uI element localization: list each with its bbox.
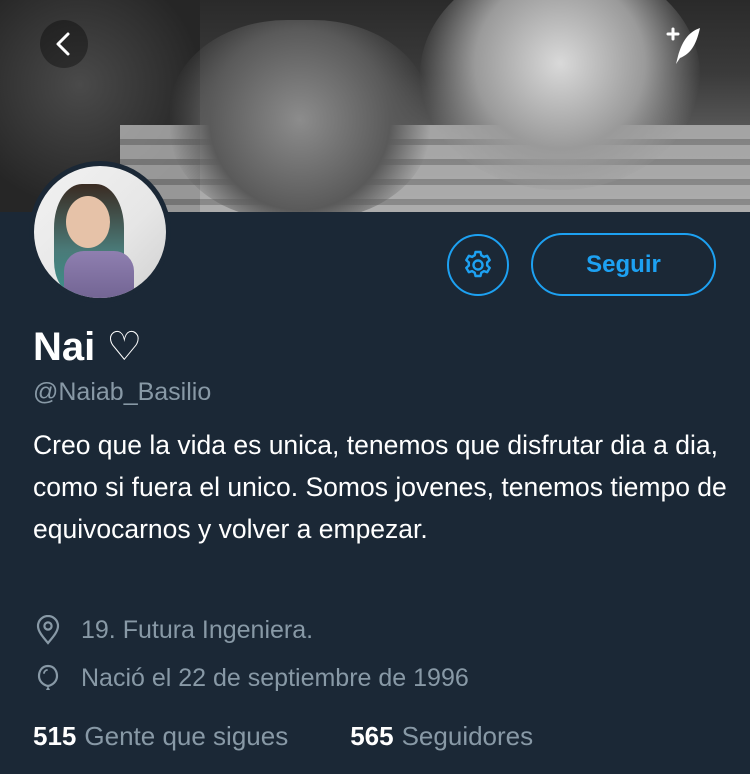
- follow-button-label: Seguir: [586, 250, 661, 278]
- profile-location-row: 19. Futura Ingeniera.: [33, 612, 313, 648]
- heart-symbol: ♡: [106, 325, 143, 369]
- chevron-left-icon: [56, 32, 70, 56]
- profile-name: Nai ♡: [33, 322, 142, 372]
- profile-settings-button[interactable]: [447, 234, 509, 296]
- followers-label: Seguidores: [401, 721, 534, 751]
- profile-name-text: Nai: [33, 325, 96, 369]
- compose-tweet-button[interactable]: [660, 22, 708, 70]
- back-button[interactable]: [40, 20, 88, 68]
- balloon-icon: [33, 663, 63, 693]
- banner-figure-left: [170, 20, 430, 212]
- followers-stat[interactable]: 565 Seguidores: [350, 718, 533, 754]
- compose-tweet-icon: [666, 27, 700, 64]
- profile-handle: @Naiab_Basilio: [33, 378, 212, 406]
- profile-bio: Creo que la vida es unica, tenemos que d…: [33, 430, 727, 544]
- follow-button[interactable]: Seguir: [531, 233, 716, 296]
- following-stat[interactable]: 515 Gente que sigues: [33, 718, 288, 754]
- following-label: Gente que sigues: [84, 721, 289, 751]
- avatar-face: [66, 196, 110, 248]
- profile-location-text: 19. Futura Ingeniera.: [81, 615, 314, 644]
- avatar-photo: [34, 166, 166, 298]
- avatar[interactable]: [29, 161, 171, 303]
- location-pin-icon: [33, 615, 63, 645]
- profile-birthdate-row: Nació el 22 de septiembre de 1996: [33, 660, 469, 696]
- profile-birthdate-text: Nació el 22 de septiembre de 1996: [81, 663, 469, 692]
- followers-count: 565: [350, 721, 394, 751]
- gear-icon: [465, 250, 491, 278]
- avatar-shirt: [64, 251, 134, 298]
- profile-stats: 515 Gente que sigues 565 Seguidores: [33, 718, 533, 754]
- following-count: 515: [33, 721, 77, 751]
